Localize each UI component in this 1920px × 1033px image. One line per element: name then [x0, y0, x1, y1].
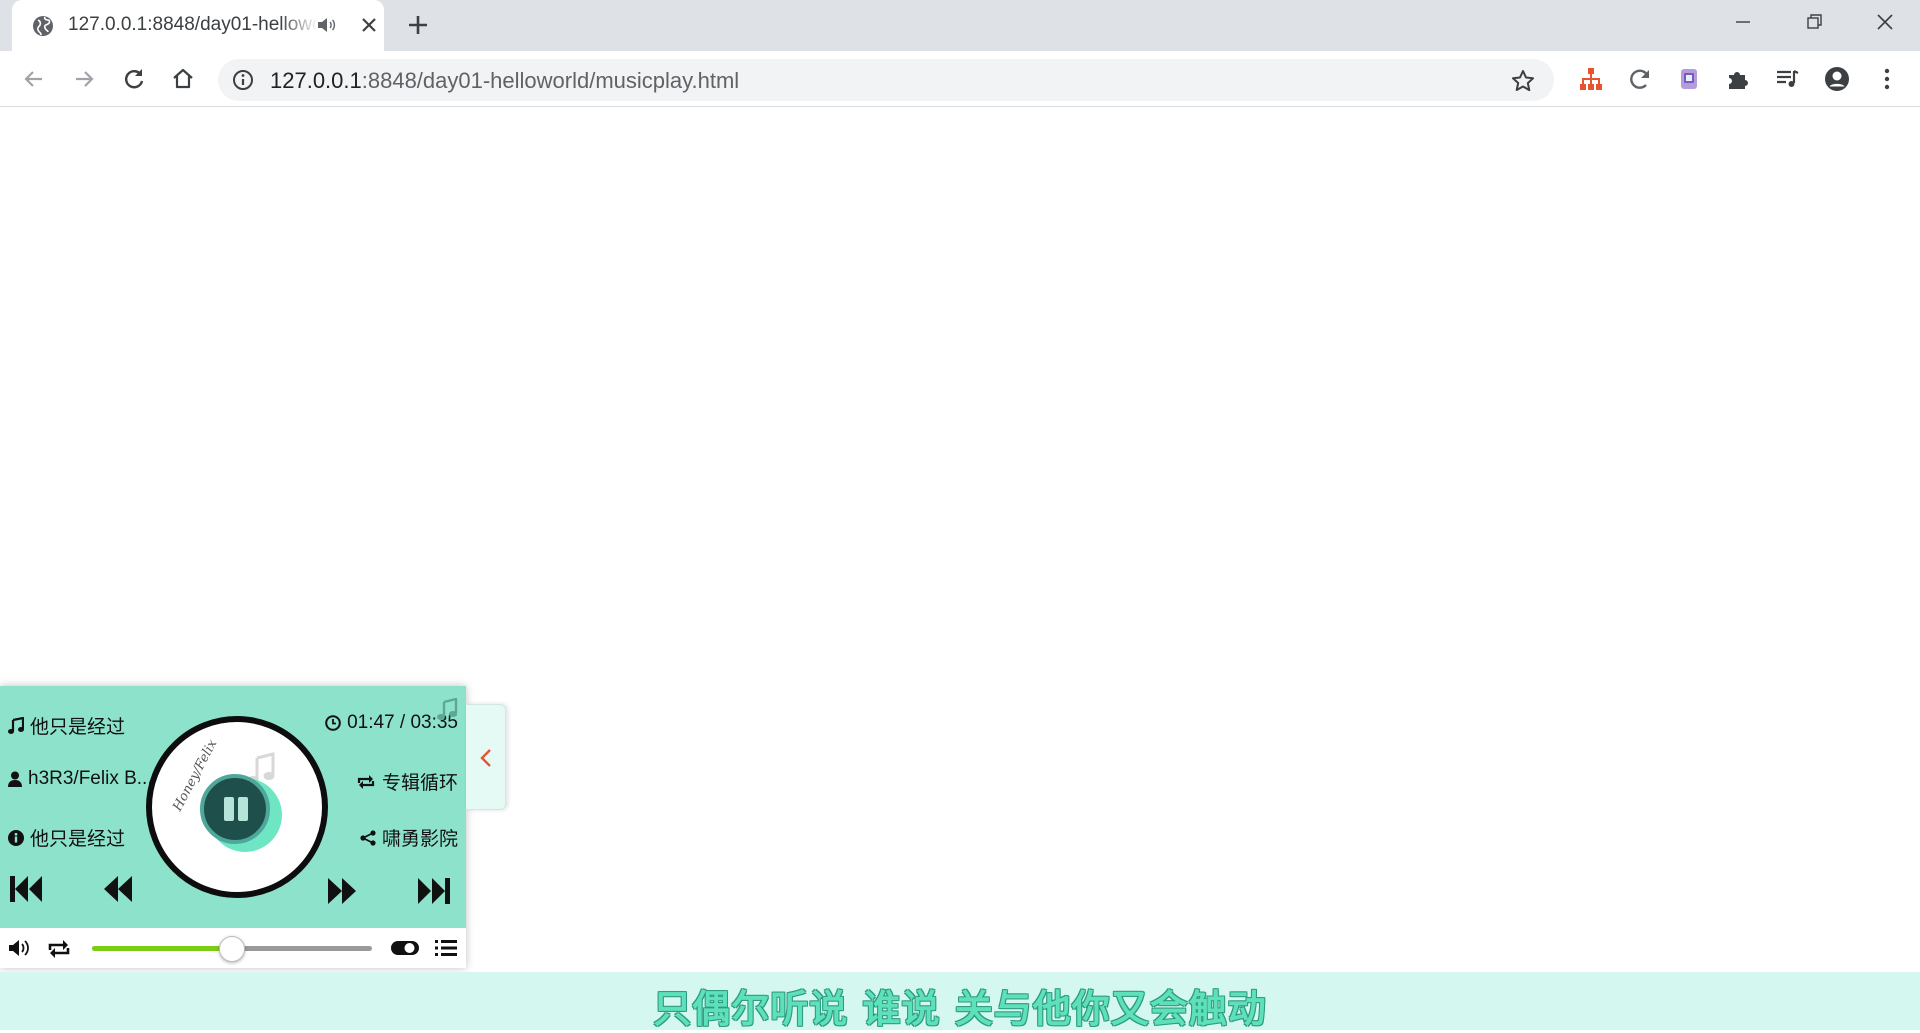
browser-menu-icon[interactable] [1873, 65, 1901, 93]
volume-icon[interactable] [8, 938, 32, 958]
address-url[interactable]: 127.0.0.1:8848/day01-helloworld/musicpla… [270, 68, 739, 94]
progress-slider[interactable] [92, 936, 372, 962]
mode-row[interactable]: 专辑循环 [356, 768, 458, 795]
progress-knob[interactable] [219, 936, 245, 962]
user-icon [8, 771, 22, 787]
source-name: 啸勇影院 [381, 829, 458, 850]
lyric-line: 只偶尔听说 谁说 关与他你又会触动 [653, 987, 1267, 1031]
minimize-icon[interactable] [1729, 8, 1757, 36]
forward-icon[interactable] [70, 65, 98, 93]
player-panel: 他只是经过 h3R3/Felix B... 他只是经过 01:47 / 03:3… [0, 686, 466, 928]
next-track-icon[interactable] [414, 874, 454, 908]
close-tab-icon[interactable] [357, 13, 381, 37]
new-tab-icon[interactable] [404, 11, 432, 39]
extension-refresh-icon[interactable] [1626, 65, 1654, 93]
repeat-icon [357, 774, 375, 789]
close-window-icon[interactable] [1871, 8, 1899, 36]
artist-name: h3R3/Felix B... [28, 768, 153, 789]
extension-purple-icon[interactable] [1675, 65, 1703, 93]
browser-toolbar: 127.0.0.1:8848/day01-helloworld/musicpla… [0, 51, 1920, 107]
fast-forward-icon[interactable] [322, 874, 362, 908]
loop-icon[interactable] [46, 939, 72, 959]
playlist-icon[interactable] [434, 938, 458, 958]
pause-button[interactable] [200, 774, 270, 844]
extension-sitemap-icon[interactable] [1577, 65, 1605, 93]
album-row: 他只是经过 [8, 824, 125, 851]
back-icon[interactable] [20, 65, 48, 93]
song-title: 他只是经过 [30, 717, 126, 738]
album-disc[interactable]: Honey/Felix [146, 716, 328, 898]
reload-icon[interactable] [120, 65, 148, 93]
restore-icon[interactable] [1800, 8, 1828, 36]
home-icon[interactable] [169, 65, 197, 93]
browser-tab[interactable]: 127.0.0.1:8848/day01-helloworld/musicpla… [12, 0, 384, 51]
source-row[interactable]: 啸勇影院 [360, 824, 458, 851]
url-host: 127.0.0.1 [270, 68, 362, 93]
info-icon [8, 829, 24, 846]
media-queue-icon[interactable] [1773, 65, 1801, 93]
globe-icon [33, 16, 53, 36]
song-title-row: 他只是经过 [8, 712, 125, 739]
progress-fill [92, 946, 232, 951]
tab-title: 127.0.0.1:8848/day01-helloworld/musicpla… [68, 14, 318, 35]
url-path: :8848/day01-helloworld/musicplay.html [361, 68, 740, 93]
collapse-player-button[interactable] [466, 704, 506, 810]
lyric-toggle-icon[interactable] [436, 698, 458, 722]
tab-strip: 127.0.0.1:8848/day01-helloworld/musicpla… [0, 0, 1920, 51]
artist-row: h3R3/Felix B... [8, 768, 153, 790]
share-icon [360, 829, 376, 846]
music-note-icon [8, 716, 24, 734]
player-bottom-bar [0, 928, 466, 968]
site-info-icon[interactable] [232, 69, 254, 91]
previous-track-icon[interactable] [6, 872, 46, 906]
chevron-left-icon [480, 749, 491, 767]
music-player: 他只是经过 h3R3/Felix B... 他只是经过 01:47 / 03:3… [0, 686, 466, 968]
bookmark-star-icon[interactable] [1510, 68, 1536, 94]
profile-avatar-icon[interactable] [1823, 65, 1851, 93]
clock-icon [325, 715, 341, 731]
album-name: 他只是经过 [30, 829, 126, 850]
speaker-icon[interactable] [316, 16, 336, 34]
toggle-icon[interactable] [390, 938, 420, 958]
extensions-puzzle-icon[interactable] [1724, 65, 1752, 93]
address-bar[interactable]: 127.0.0.1:8848/day01-helloworld/musicpla… [218, 59, 1554, 101]
lyric-banner: 只偶尔听说 谁说 关与他你又会触动 [0, 972, 1920, 1031]
rewind-icon[interactable] [98, 872, 138, 906]
play-mode: 专辑循环 [381, 773, 458, 794]
